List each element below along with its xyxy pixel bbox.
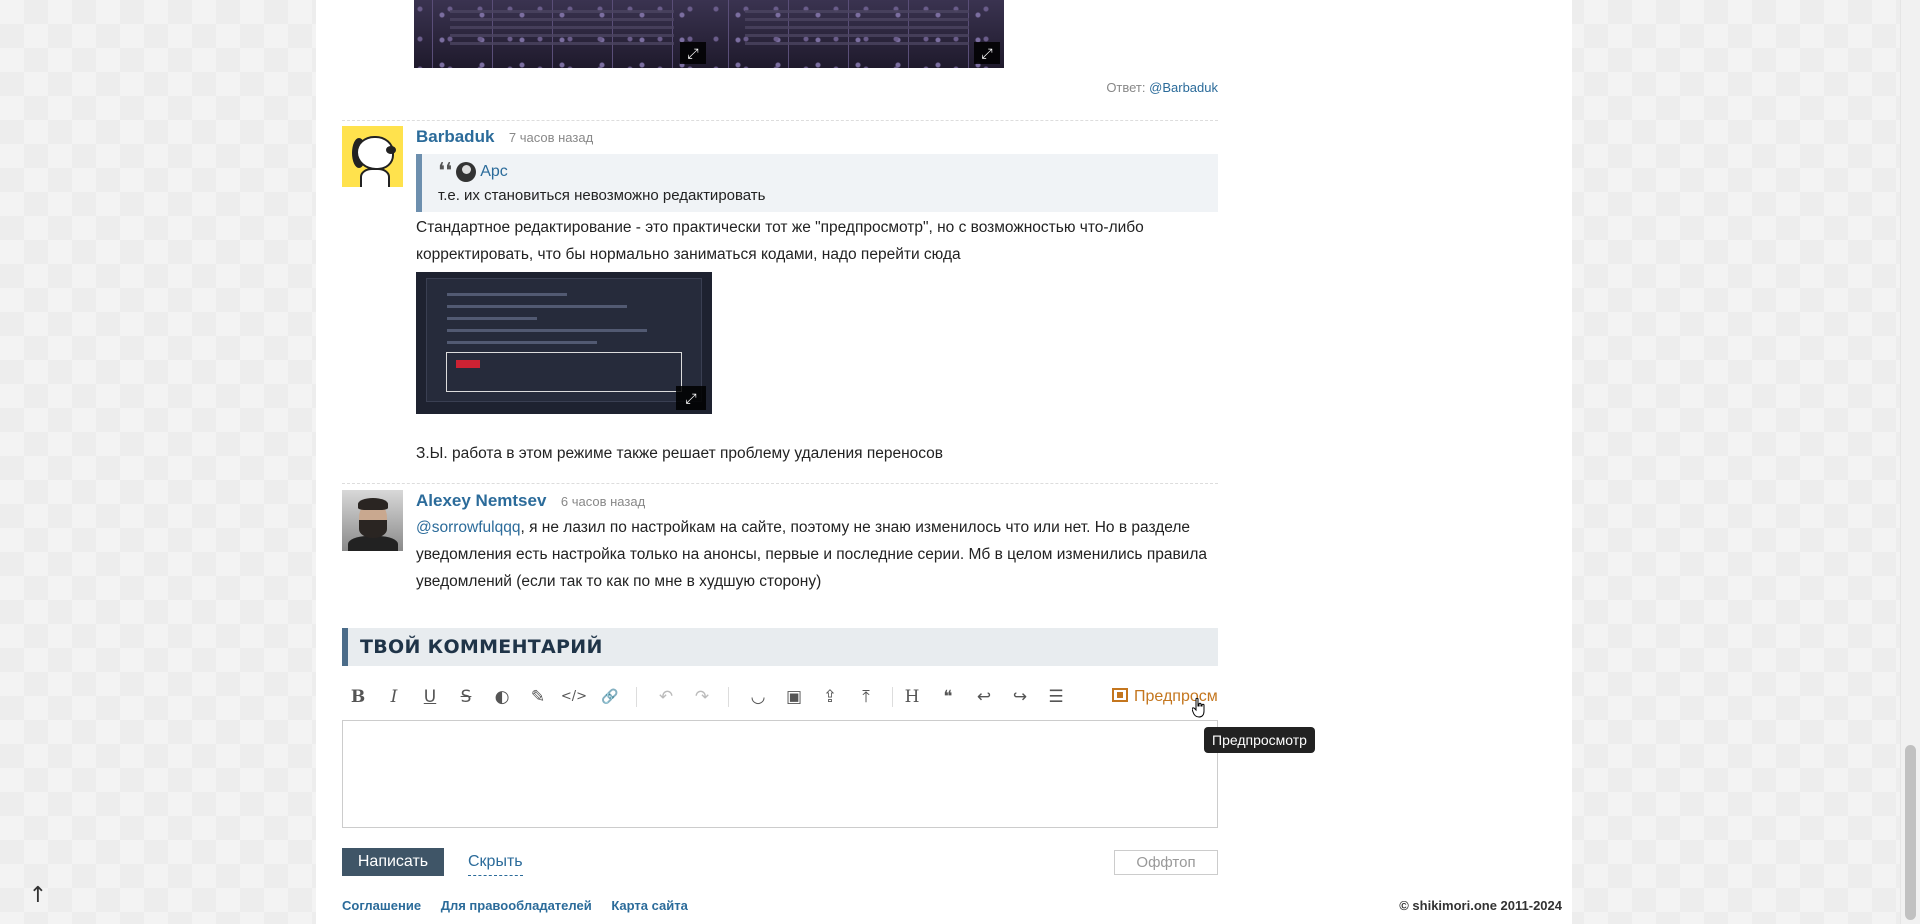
comment-author[interactable]: Alexey Nemtsev bbox=[416, 491, 546, 510]
image-icon[interactable]: ▣ bbox=[780, 681, 808, 713]
comment-separator bbox=[342, 120, 1218, 121]
page: ⤢ ⤢ Ответ: @Barbaduk Barbaduk 7 часов на… bbox=[316, 0, 1572, 924]
footer-link-copyright-holders[interactable]: Для правообладателей bbox=[441, 898, 592, 913]
comment-textarea[interactable] bbox=[342, 720, 1218, 828]
copyright: © shikimori.one 2011-2024 bbox=[1399, 898, 1562, 913]
reply-label: Ответ: bbox=[1106, 80, 1146, 95]
offtopic-button[interactable]: Оффтоп bbox=[1114, 850, 1218, 875]
link-icon[interactable]: 🔗 bbox=[596, 681, 624, 713]
preview-icon bbox=[1112, 688, 1128, 702]
quote-avatar[interactable] bbox=[456, 162, 477, 182]
quote-mark-icon: ❛❛ bbox=[438, 159, 453, 184]
quote-icon[interactable]: ❝ bbox=[934, 681, 962, 713]
reply-line: Ответ: @Barbaduk bbox=[342, 80, 1218, 95]
avatar[interactable] bbox=[342, 490, 403, 551]
footer-link-agreement[interactable]: Соглашение bbox=[342, 898, 421, 913]
expand-icon[interactable]: ⤢ bbox=[974, 42, 1000, 64]
bold-button[interactable]: B bbox=[344, 681, 372, 713]
comment-body: Alexey Nemtsev 6 часов назад @sorrowfulq… bbox=[416, 490, 1218, 595]
quote-text: т.е. их становиться невозможно редактиро… bbox=[438, 187, 766, 204]
screenshot-thumbnail[interactable]: ⤢ bbox=[414, 0, 710, 68]
comment-time: 7 часов назад bbox=[508, 130, 594, 145]
comment-header: Alexey Nemtsev 6 часов назад bbox=[416, 490, 1218, 512]
comment-body: Barbaduk 7 часов назад ❛❛ Арс т.е. их ст… bbox=[416, 126, 1218, 467]
toolbar-divider bbox=[892, 687, 893, 707]
color-icon[interactable]: ✎ bbox=[524, 681, 552, 713]
toolbar-divider bbox=[728, 687, 729, 707]
spoiler-icon[interactable]: ◐ bbox=[488, 681, 516, 713]
comment-text: Стандартное редактирование - это практич… bbox=[416, 219, 1144, 263]
mention-link[interactable]: @sorrowfulqqq bbox=[416, 519, 520, 536]
previous-comment-images: ⤢ ⤢ bbox=[414, 0, 1004, 68]
expand-icon[interactable]: ⤢ bbox=[680, 42, 706, 64]
avatar[interactable] bbox=[342, 126, 403, 187]
quote-block: ❛❛ Арс т.е. их становиться невозможно ре… bbox=[416, 154, 1218, 212]
scrollbar-thumb[interactable] bbox=[1905, 745, 1916, 920]
page-scrollbar[interactable] bbox=[1900, 0, 1920, 924]
italic-button[interactable]: I bbox=[380, 681, 408, 713]
comment-text-footer: З.Ы. работа в этом режиме также решает п… bbox=[416, 445, 944, 462]
screenshot-thumbnail[interactable]: ⤢ bbox=[710, 0, 1004, 68]
redo-icon[interactable]: ↷ bbox=[688, 681, 716, 713]
quote-user-link[interactable]: Арс bbox=[480, 159, 508, 185]
expand-icon[interactable]: ⤢ bbox=[676, 386, 706, 410]
code-icon[interactable]: </> bbox=[560, 681, 588, 713]
underline-button[interactable]: U bbox=[416, 681, 444, 713]
reply-user-link[interactable]: @Barbaduk bbox=[1149, 80, 1218, 95]
screenshot-thumbnail[interactable]: ⤢ bbox=[416, 272, 712, 414]
footer-link-sitemap[interactable]: Карта сайта bbox=[611, 898, 688, 913]
quote-header: ❛❛ Арс bbox=[438, 159, 1202, 185]
footer: Соглашение Для правообладателей Карта са… bbox=[342, 898, 1562, 918]
scroll-to-top-icon[interactable]: ↑ bbox=[26, 884, 50, 908]
comment-text-content: , я не лазил по настройкам на сайте, поэ… bbox=[416, 519, 1208, 590]
comment-time: 6 часов назад bbox=[560, 494, 646, 509]
comment-text: @sorrowfulqqq, я не лазил по настройкам … bbox=[416, 514, 1218, 595]
reply-icon[interactable]: ↩ bbox=[970, 681, 998, 713]
comment-separator bbox=[342, 483, 1218, 484]
heading-icon[interactable]: H bbox=[898, 681, 926, 713]
editor-toolbar: B I U S ◐ ✎ </> 🔗 ↶ ↷ ◡ ▣ ⇪ ⤒ H ❝ ↩ ↪ ☰ … bbox=[342, 681, 1218, 713]
hand-cursor-icon bbox=[1192, 698, 1205, 718]
undo-icon[interactable]: ↶ bbox=[652, 681, 680, 713]
submit-button[interactable]: Написать bbox=[342, 848, 444, 876]
smiley-icon[interactable]: ◡ bbox=[744, 681, 772, 713]
preview-tooltip: Предпросмотр bbox=[1204, 727, 1315, 753]
upload-file-icon[interactable]: ⤒ bbox=[852, 681, 880, 713]
strike-button[interactable]: S bbox=[452, 681, 480, 713]
comment-author[interactable]: Barbaduk bbox=[416, 127, 494, 146]
comment-header: Barbaduk 7 часов назад bbox=[416, 126, 1218, 148]
reply-alt-icon[interactable]: ↪ bbox=[1006, 681, 1034, 713]
hide-link[interactable]: Скрыть bbox=[468, 848, 523, 876]
editor-title: ТВОЙ КОММЕНТАРИЙ bbox=[342, 628, 1218, 666]
list-icon[interactable]: ☰ bbox=[1042, 681, 1070, 713]
upload-icon[interactable]: ⇪ bbox=[816, 681, 844, 713]
toolbar-divider bbox=[636, 687, 637, 707]
